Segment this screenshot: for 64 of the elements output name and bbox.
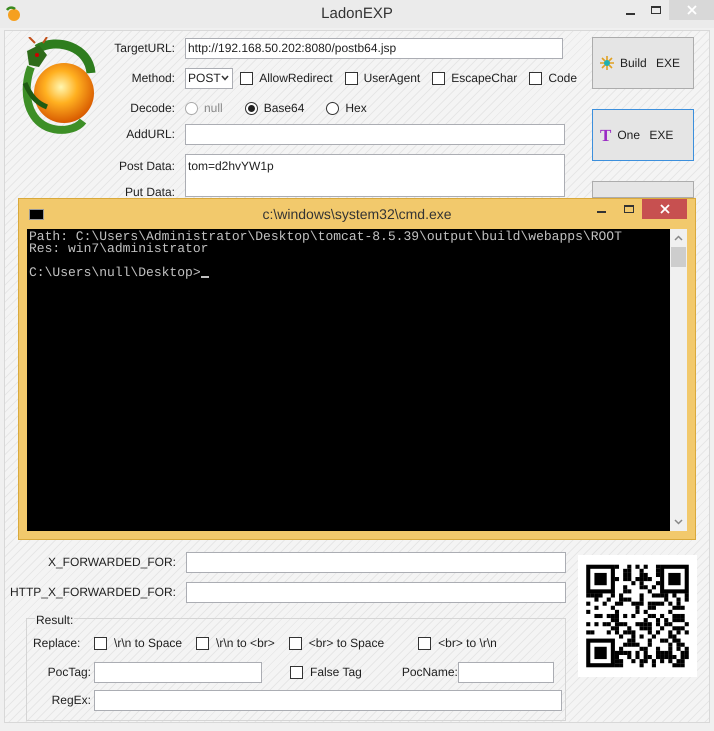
poc-name-label: PocName:: [402, 664, 458, 681]
star-icon: [600, 56, 614, 70]
console-title: c:\windows\system32\cmd.exe: [262, 204, 452, 224]
checkbox[interactable]: [288, 636, 302, 650]
checkbox[interactable]: [529, 72, 542, 84]
checkbox[interactable]: [344, 72, 358, 84]
method-label: Method:: [132, 71, 175, 85]
poc-tag-label: PocTag:: [48, 665, 91, 679]
scroll-down-icon[interactable]: [674, 519, 683, 525]
checkbox-label: <br> to \r\n: [438, 635, 497, 652]
checkbox[interactable]: [290, 666, 303, 678]
regex-field[interactable]: [94, 690, 562, 710]
radio-button[interactable]: [326, 102, 340, 114]
console-line: Res: win7\administrator: [29, 241, 208, 256]
poc-tag-field[interactable]: [94, 662, 262, 682]
checkbox[interactable]: [196, 636, 210, 650]
checkbox[interactable]: [432, 72, 446, 84]
regex-label: RegEx:: [52, 693, 91, 707]
scrollbar[interactable]: [670, 229, 687, 531]
text-cursor: [200, 276, 209, 278]
checkbox-label: \r\n to <br>: [216, 635, 275, 652]
checkbox[interactable]: [94, 636, 107, 650]
target-url-field[interactable]: http://192.168.50.202:8080/postb64.jsp: [185, 38, 563, 58]
scrollbar-thumb[interactable]: [671, 247, 686, 267]
window-title: LadonEXP: [321, 4, 393, 24]
action-button[interactable]: T One EXE: [592, 109, 694, 161]
x-forwarded-for-field[interactable]: [186, 552, 566, 572]
console-line: Path: C:\Users\Administrator\Desktop\tomcat-8.5.39\output\build\webapps\ROOT: [29, 229, 622, 244]
add-url-field[interactable]: [185, 124, 565, 144]
checkbox[interactable]: [418, 636, 432, 650]
post-data-field[interactable]: tom=d2hvYW1p: [185, 154, 565, 197]
replace-label: Replace:: [33, 635, 82, 652]
result-group-title: Result:: [35, 611, 74, 629]
target-url-label: TargetURL:: [114, 41, 175, 55]
checkbox-label: Code: [548, 70, 577, 87]
app-icon: [5, 6, 21, 22]
poc-name-field[interactable]: [458, 662, 554, 682]
http-x-forwarded-for-field[interactable]: [186, 582, 566, 602]
x-forwarded-for-label: X_FORWARDED_FOR:: [48, 555, 176, 569]
radio-label: Hex: [345, 100, 367, 117]
checkbox-label: UserAgent: [364, 70, 420, 87]
checkbox-label: \r\n to Space: [114, 635, 182, 652]
method-dropdown[interactable]: POST: [185, 68, 234, 88]
checkbox-label: <br> to Space: [308, 635, 384, 652]
checkbox-label: AllowRedirect: [259, 70, 333, 87]
scroll-up-icon[interactable]: [674, 235, 683, 241]
console-icon: [29, 208, 44, 220]
add-url-label: AddURL:: [126, 127, 175, 141]
checkbox-label: False Tag: [310, 664, 362, 681]
checkbox-label: EscapeChar: [451, 70, 518, 87]
console-prompt: C:\Users\null\Desktop>: [29, 267, 201, 279]
close-icon: [686, 5, 696, 15]
radio-label: null: [204, 100, 223, 117]
close-icon: [660, 204, 670, 214]
decode-label: Decode:: [130, 101, 175, 115]
http-x-forwarded-for-label: HTTP_X_FORWARDED_FOR:: [10, 585, 176, 599]
close-button[interactable]: [642, 199, 687, 219]
checkbox[interactable]: [240, 72, 254, 84]
radio-label: Base64: [264, 100, 304, 117]
action-button[interactable]: Build EXE: [592, 37, 694, 89]
radio-button[interactable]: [244, 102, 258, 114]
put-data-label: Put Data:: [124, 185, 175, 199]
letter-icon: T: [600, 126, 612, 144]
post-data-label: Post Data:: [118, 159, 175, 173]
